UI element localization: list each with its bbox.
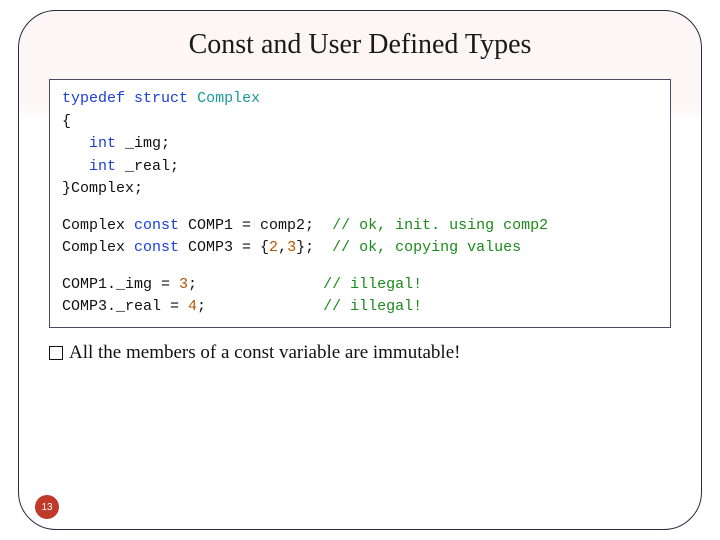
code-number: 3 <box>287 239 296 256</box>
code-keyword: int <box>89 135 116 152</box>
code-text: ; <box>197 298 323 315</box>
code-text: COMP1._img = <box>62 276 179 293</box>
code-text: COMP3 = { <box>179 239 269 256</box>
code-comment: // illegal! <box>323 276 422 293</box>
code-text: Complex <box>62 239 134 256</box>
code-comment: // illegal! <box>323 298 422 315</box>
code-typename: Complex <box>197 90 260 107</box>
caption-row: All the members of a const variable are … <box>49 342 671 364</box>
code-text: _real; <box>116 158 179 175</box>
code-text: Complex <box>62 217 134 234</box>
code-comment: // ok, copying values <box>332 239 521 256</box>
code-number: 4 <box>188 298 197 315</box>
code-text: ; <box>188 276 323 293</box>
code-line: COMP1._img = 3; // illegal! <box>62 274 658 297</box>
code-number: 2 <box>269 239 278 256</box>
code-text: COMP3._real = <box>62 298 188 315</box>
code-line: { <box>62 111 658 134</box>
slide-frame: Const and User Defined Types typedef str… <box>18 10 702 530</box>
code-line: COMP3._real = 4; // illegal! <box>62 296 658 319</box>
code-number: 3 <box>179 276 188 293</box>
code-assignment-block: COMP1._img = 3; // illegal! COMP3._real … <box>62 274 658 319</box>
code-line: Complex const COMP3 = {2,3}; // ok, copy… <box>62 237 658 260</box>
code-typedef-block: typedef struct Complex { int _img; int _… <box>62 88 658 201</box>
code-text: _img; <box>116 135 170 152</box>
page-number: 13 <box>41 502 52 513</box>
bullet-square-icon <box>49 346 63 360</box>
code-text: }; <box>296 239 332 256</box>
page-number-badge: 13 <box>35 495 59 519</box>
code-text: , <box>278 239 287 256</box>
code-comment: // ok, init. using comp2 <box>332 217 548 234</box>
code-line: int _real; <box>62 156 658 179</box>
code-keyword: struct <box>134 90 188 107</box>
code-keyword: typedef <box>62 90 125 107</box>
code-declaration-block: Complex const COMP1 = comp2; // ok, init… <box>62 215 658 260</box>
code-keyword: const <box>134 217 179 234</box>
code-line: Complex const COMP1 = comp2; // ok, init… <box>62 215 658 238</box>
code-keyword: int <box>89 158 116 175</box>
code-line: int _img; <box>62 133 658 156</box>
code-text: COMP1 = comp2; <box>179 217 332 234</box>
slide-title: Const and User Defined Types <box>49 29 671 61</box>
code-box: typedef struct Complex { int _img; int _… <box>49 79 671 328</box>
code-line: }Complex; <box>62 178 658 201</box>
caption-text: All the members of a const variable are … <box>69 342 460 364</box>
code-keyword: const <box>134 239 179 256</box>
code-line: typedef struct Complex <box>62 88 658 111</box>
